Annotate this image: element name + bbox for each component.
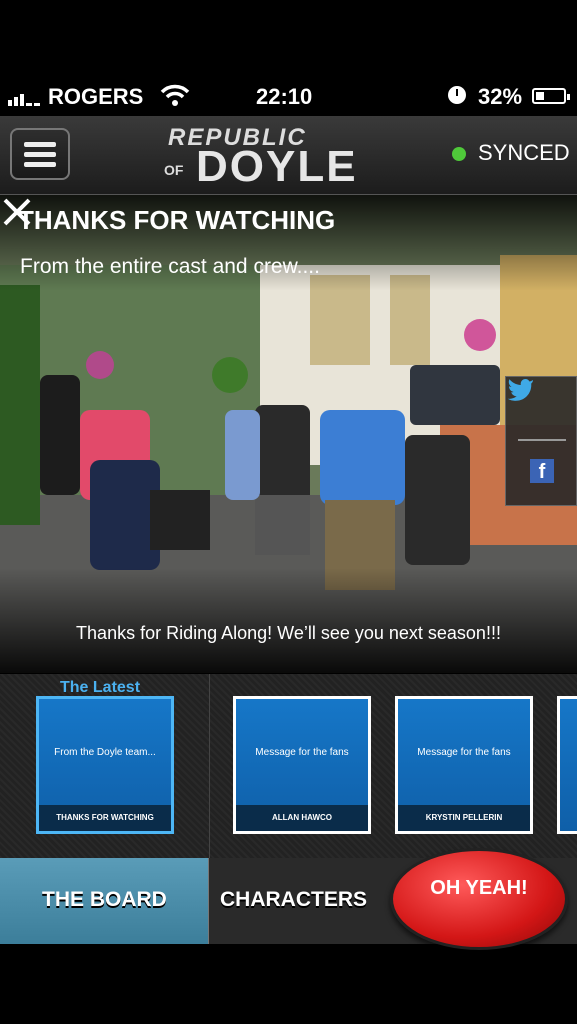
menu-button[interactable]	[10, 128, 70, 180]
share-divider	[518, 439, 566, 441]
battery-icon	[532, 88, 570, 104]
clock-time: 22:10	[256, 84, 313, 109]
oh-yeah-button[interactable]: OH YEAH!	[390, 848, 568, 950]
card-footer: ALLAN HAWCO	[236, 805, 368, 831]
latest-label: The Latest	[60, 679, 141, 696]
alarm-clock-icon	[448, 86, 466, 104]
hero-panel: THANKS FOR WATCHING From the entire cast…	[0, 195, 577, 673]
bottom-nav: THE BOARD CHARACTERS OH YEAH!	[0, 848, 577, 950]
tab-label: THE BOARD	[42, 888, 167, 911]
card-title: Message for the fans	[417, 747, 511, 758]
latest-divider	[209, 674, 210, 858]
hamburger-icon	[24, 142, 56, 147]
tab-characters[interactable]: CHARACTERS	[210, 858, 380, 944]
message-card[interactable]: Message for the fans KRYSTIN PELLERIN	[395, 696, 533, 834]
hero-caption: Thanks for Riding Along! We’ll see you n…	[76, 623, 501, 643]
latest-card[interactable]: From the Doyle team... THANKS FOR WATCHI…	[36, 696, 174, 834]
hero-subtitle: From the entire cast and crew....	[20, 255, 320, 278]
tab-the-board[interactable]: THE BOARD	[0, 858, 209, 944]
button-label: OH YEAH!	[430, 877, 528, 899]
card-title: Message for the fans	[255, 747, 349, 758]
wifi-icon	[160, 84, 190, 106]
signal-icon	[8, 86, 40, 106]
share-panel: f	[505, 376, 577, 506]
hero-title: THANKS FOR WATCHING	[18, 205, 336, 235]
battery-percent: 32%	[478, 84, 523, 109]
twitter-icon[interactable]	[506, 377, 534, 401]
app-logo: REPUBLIC OF DOYLE	[164, 124, 358, 191]
sync-status: SYNCED	[478, 140, 570, 165]
message-card[interactable]: Message for the fans ALLAN HAWCO	[233, 696, 371, 834]
status-bar: ROGERS 22:10 32%	[0, 78, 577, 116]
facebook-icon[interactable]: f	[530, 459, 554, 483]
app-header: REPUBLIC OF DOYLE SYNCED	[0, 116, 577, 195]
sync-status-dot	[452, 147, 466, 161]
latest-strip: The Latest From the Doyle team... THANKS…	[0, 674, 577, 858]
carrier-name: ROGERS	[48, 84, 144, 109]
card-footer: KRYSTIN PELLERIN	[398, 805, 530, 831]
card-title: From the Doyle team...	[54, 747, 156, 758]
card-footer: THANKS FOR WATCHING	[39, 805, 171, 831]
message-card-partial[interactable]	[557, 696, 577, 834]
close-icon[interactable]	[0, 195, 34, 229]
tab-label: CHARACTERS	[220, 888, 367, 911]
